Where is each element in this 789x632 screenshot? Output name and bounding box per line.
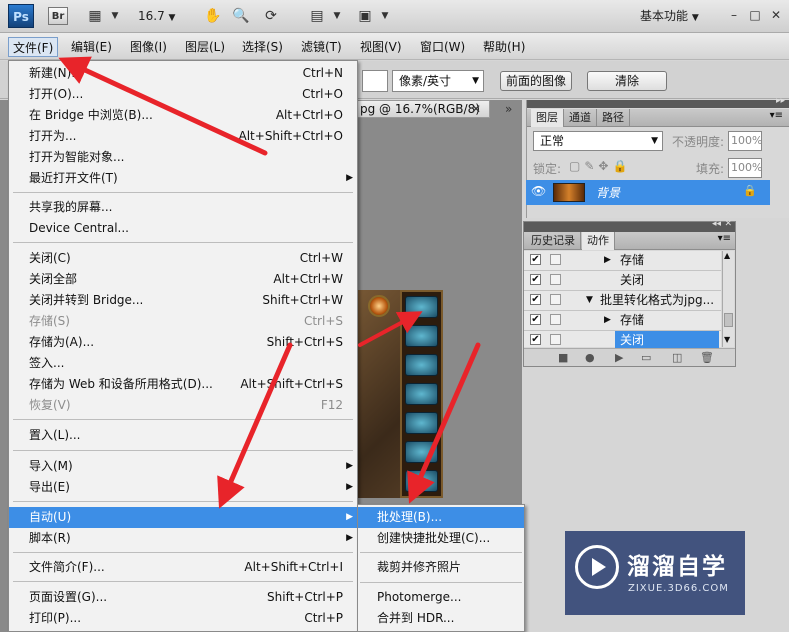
annotation-arrows xyxy=(58,56,481,509)
arrow-to-automate xyxy=(217,342,293,509)
arrow-to-canvas xyxy=(358,311,423,347)
arrow-to-file-menu xyxy=(58,56,268,156)
arrow-to-batch xyxy=(407,342,481,504)
